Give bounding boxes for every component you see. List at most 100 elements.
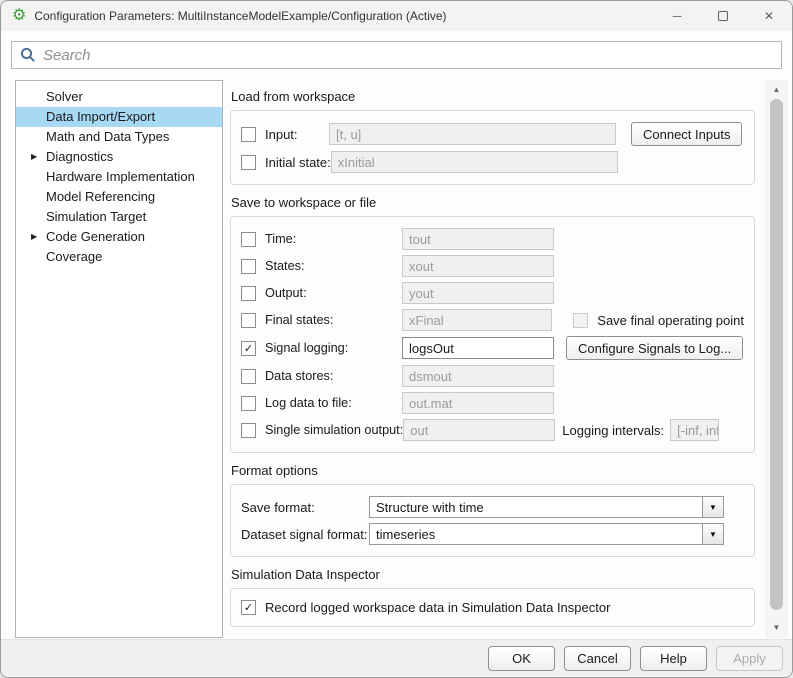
log-data-to-file-row: Log data to file: out.mat xyxy=(241,392,744,414)
sidebar-item-label: Diagnostics xyxy=(46,149,113,164)
input-row: Input: [t, u] Connect Inputs xyxy=(241,122,744,146)
final-states-field: xFinal xyxy=(402,309,552,331)
minimize-icon: ─ xyxy=(673,9,682,23)
format-options-group: Save format: Structure with time ▼ Datas… xyxy=(230,484,755,557)
final-states-row: Final states: xFinal Save final operatin… xyxy=(241,309,744,331)
initial-state-checkbox[interactable] xyxy=(241,155,256,170)
title-bar: ⚙ Configuration Parameters: MultiInstanc… xyxy=(1,1,792,31)
sidebar-item-label: Data Import/Export xyxy=(46,109,155,124)
record-logged-data-label: Record logged workspace data in Simulati… xyxy=(265,600,610,615)
output-label: Output: xyxy=(265,286,402,300)
sidebar-item-simulation-target[interactable]: Simulation Target xyxy=(16,207,222,227)
time-row: Time: tout xyxy=(241,228,744,250)
sidebar-item-label: Solver xyxy=(46,89,83,104)
save-format-label: Save format: xyxy=(241,500,369,515)
signal-logging-row: ✓ Signal logging: logsOut Configure Sign… xyxy=(241,336,744,360)
output-checkbox[interactable] xyxy=(241,286,256,301)
save-format-row: Save format: Structure with time ▼ xyxy=(241,496,744,518)
dataset-signal-format-dropdown[interactable]: timeseries ▼ xyxy=(369,523,724,545)
output-field: yout xyxy=(402,282,554,304)
sidebar-item-math-and-data-types[interactable]: Math and Data Types xyxy=(16,127,222,147)
sidebar-item-hardware-implementation[interactable]: Hardware Implementation xyxy=(16,167,222,187)
connect-inputs-button[interactable]: Connect Inputs xyxy=(631,122,742,146)
maximize-button[interactable] xyxy=(700,1,746,31)
sidebar-item-solver[interactable]: Solver xyxy=(16,87,222,107)
category-tree: Solver Data Import/Export Math and Data … xyxy=(15,80,223,638)
states-row: States: xout xyxy=(241,255,744,277)
vertical-scrollbar[interactable]: ▲ ▼ xyxy=(765,80,788,638)
save-final-operating-point-checkbox xyxy=(573,313,588,328)
initial-state-label: Initial state: xyxy=(265,155,331,170)
sidebar-item-data-import-export[interactable]: Data Import/Export xyxy=(16,107,222,127)
configure-signals-button[interactable]: Configure Signals to Log... xyxy=(566,336,743,360)
ok-button[interactable]: OK xyxy=(488,646,555,671)
final-states-label: Final states: xyxy=(265,313,402,327)
logging-intervals-label: Logging intervals: xyxy=(562,423,664,438)
search-box[interactable] xyxy=(11,41,782,69)
log-data-to-file-field: out.mat xyxy=(402,392,554,414)
save-format-dropdown[interactable]: Structure with time ▼ xyxy=(369,496,724,518)
window-controls: ─ ✕ xyxy=(654,1,792,31)
window-title: Configuration Parameters: MultiInstanceM… xyxy=(34,9,446,23)
sidebar-item-diagnostics[interactable]: ▶ Diagnostics xyxy=(16,147,222,167)
check-icon: ✓ xyxy=(244,342,253,355)
save-final-operating-point-label: Save final operating point xyxy=(597,313,744,328)
sidebar-item-code-generation[interactable]: ▶ Code Generation xyxy=(16,227,222,247)
close-button[interactable]: ✕ xyxy=(746,1,792,31)
section-title-simulation-data-inspector: Simulation Data Inspector xyxy=(231,567,755,582)
sidebar-item-label: Coverage xyxy=(46,249,102,264)
states-label: States: xyxy=(265,259,402,273)
time-field: tout xyxy=(402,228,554,250)
logging-intervals-field: [-inf, inf] xyxy=(670,419,719,441)
input-label: Input: xyxy=(265,127,329,142)
search-bar xyxy=(1,31,792,79)
time-checkbox[interactable] xyxy=(241,232,256,247)
signal-logging-label: Signal logging: xyxy=(265,341,402,355)
cancel-button[interactable]: Cancel xyxy=(564,646,631,671)
scrollbar-thumb[interactable] xyxy=(770,99,783,610)
initial-state-row: Initial state: xInitial xyxy=(241,151,744,173)
simulation-data-inspector-group: ✓ Record logged workspace data in Simula… xyxy=(230,588,755,627)
section-title-save-to-workspace: Save to workspace or file xyxy=(231,195,755,210)
dataset-signal-format-row: Dataset signal format: timeseries ▼ xyxy=(241,523,744,545)
input-field: [t, u] xyxy=(329,123,616,145)
single-simulation-output-field: out xyxy=(403,419,555,441)
single-simulation-output-checkbox[interactable] xyxy=(241,423,256,438)
search-icon xyxy=(20,47,36,63)
expand-arrow-icon[interactable]: ▶ xyxy=(31,227,37,247)
signal-logging-checkbox[interactable]: ✓ xyxy=(241,341,256,356)
search-input[interactable] xyxy=(43,47,773,64)
states-field: xout xyxy=(402,255,554,277)
scroll-down-icon[interactable]: ▼ xyxy=(765,620,788,635)
app-gear-icon: ⚙ xyxy=(12,8,26,24)
chevron-down-icon[interactable]: ▼ xyxy=(703,496,724,518)
scroll-up-icon[interactable]: ▲ xyxy=(765,82,788,97)
single-simulation-output-label: Single simulation output: xyxy=(265,423,403,437)
apply-button: Apply xyxy=(716,646,783,671)
dialog-footer: OK Cancel Help Apply xyxy=(1,639,792,677)
input-checkbox[interactable] xyxy=(241,127,256,142)
dataset-signal-format-value: timeseries xyxy=(369,523,703,545)
save-format-value: Structure with time xyxy=(369,496,703,518)
sidebar-item-coverage[interactable]: Coverage xyxy=(16,247,222,267)
sidebar-item-model-referencing[interactable]: Model Referencing xyxy=(16,187,222,207)
log-data-to-file-checkbox[interactable] xyxy=(241,396,256,411)
settings-panel: Load from workspace Input: [t, u] Connec… xyxy=(229,80,757,638)
log-data-to-file-label: Log data to file: xyxy=(265,396,402,410)
signal-logging-field[interactable]: logsOut xyxy=(402,337,554,359)
sidebar-item-label: Hardware Implementation xyxy=(46,169,195,184)
sidebar-item-label: Code Generation xyxy=(46,229,145,244)
chevron-down-icon[interactable]: ▼ xyxy=(703,523,724,545)
help-button[interactable]: Help xyxy=(640,646,707,671)
data-stores-row: Data stores: dsmout xyxy=(241,365,744,387)
states-checkbox[interactable] xyxy=(241,259,256,274)
output-row: Output: yout xyxy=(241,282,744,304)
sidebar-item-label: Math and Data Types xyxy=(46,129,169,144)
data-stores-checkbox[interactable] xyxy=(241,369,256,384)
expand-arrow-icon[interactable]: ▶ xyxy=(31,147,37,167)
single-simulation-output-row: Single simulation output: out Logging in… xyxy=(241,419,744,441)
final-states-checkbox[interactable] xyxy=(241,313,256,328)
section-title-format-options: Format options xyxy=(231,463,755,478)
minimize-button[interactable]: ─ xyxy=(654,1,700,31)
record-logged-data-checkbox[interactable]: ✓ xyxy=(241,600,256,615)
